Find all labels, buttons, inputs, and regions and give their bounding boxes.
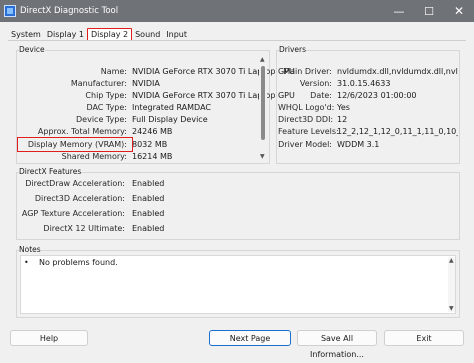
notes-title: Notes — [19, 245, 41, 254]
device-row: Name: NVIDIA GeForce RTX 3070 Ti Laptop … — [18, 66, 295, 78]
driver-label: Direct3D DDI: — [278, 115, 334, 124]
help-button[interactable]: Help — [10, 330, 88, 346]
close-icon[interactable]: ✕ — [444, 0, 474, 22]
driver-row: Direct3D DDI: 12 — [278, 114, 458, 126]
feature-label: DirectX 12 Ultimate: — [43, 224, 125, 233]
feature-label: AGP Texture Acceleration: — [21, 209, 125, 218]
feature-value: Enabled — [132, 194, 165, 203]
device-scrollbar-thumb[interactable] — [261, 66, 265, 140]
feature-label: DirectDraw Acceleration: — [25, 179, 125, 188]
driver-value: 12_2,12_1,12_0,11_1,11_0,10_ — [337, 127, 458, 136]
note-item: • No problems found. — [24, 257, 224, 269]
driver-row: Main Driver: nvldumdx.dll,nvldumdx.dll,n… — [278, 66, 458, 78]
driver-label: Date: — [310, 91, 332, 100]
driver-value: nvldumdx.dll,nvldumdx.dll,nvldumdx.dll,n — [337, 67, 458, 76]
feature-value: Enabled — [132, 209, 165, 218]
device-label: Manufacturer: — [70, 79, 127, 88]
directx-features-title: DirectX Features — [19, 167, 82, 176]
device-value: NVIDIA — [132, 79, 160, 88]
driver-value: WDDM 3.1 — [337, 140, 380, 149]
device-label: Chip Type: — [85, 91, 127, 100]
vram-highlight — [17, 137, 133, 152]
feature-row: AGP Texture Acceleration: Enabled — [18, 208, 318, 220]
next-page-button[interactable]: Next Page — [209, 330, 291, 346]
device-row: Chip Type: NVIDIA GeForce RTX 3070 Ti La… — [18, 90, 294, 102]
feature-row: DirectDraw Acceleration: Enabled — [18, 178, 318, 190]
exit-button[interactable]: Exit — [384, 330, 464, 346]
device-label: DAC Type: — [86, 103, 127, 112]
scroll-up-icon[interactable]: ▲ — [260, 56, 265, 63]
note-text: No problems found. — [39, 258, 118, 267]
driver-row: Version: 31.0.15.4633 — [278, 78, 458, 90]
drivers-group-title: Drivers — [279, 45, 306, 54]
note-bullet: • — [24, 258, 29, 267]
device-value: 8032 MB — [132, 140, 168, 149]
device-value: NVIDIA GeForce RTX 3070 Ti Laptop GPU — [132, 67, 295, 76]
scroll-up-icon[interactable]: ▲ — [449, 257, 454, 264]
driver-value: 31.0.15.4633 — [337, 79, 391, 88]
device-value: NVIDIA GeForce RTX 3070 Ti Laptop GPU — [132, 91, 295, 100]
driver-value: 12/6/2023 01:00:00 — [337, 91, 417, 100]
scroll-down-icon[interactable]: ▼ — [260, 153, 265, 160]
device-label: Device Type: — [76, 115, 127, 124]
feature-row: Direct3D Acceleration: Enabled — [18, 193, 318, 205]
device-value: 24246 MB — [132, 127, 173, 136]
driver-label: Main Driver: — [283, 67, 332, 76]
title-bar: DirectX Diagnostic Tool — ☐ ✕ — [0, 0, 474, 22]
feature-label: Direct3D Acceleration: — [34, 194, 125, 203]
driver-label: Version: — [299, 79, 332, 88]
driver-row: Feature Levels: 12_2,12_1,12_0,11_1,11_0… — [278, 126, 458, 138]
device-value: Integrated RAMDAC — [132, 103, 211, 112]
driver-label: Driver Model: — [278, 140, 332, 149]
save-all-information-button[interactable]: Save All Information... — [297, 330, 377, 359]
driver-row: Date: 12/6/2023 01:00:00 — [278, 90, 458, 102]
device-label: Shared Memory: — [61, 152, 127, 161]
driver-row: WHQL Logo'd: Yes — [278, 102, 458, 114]
device-row: DAC Type: Integrated RAMDAC — [18, 102, 262, 114]
device-group-title: Device — [19, 45, 45, 54]
scroll-down-icon[interactable]: ▼ — [449, 305, 454, 312]
minimize-icon[interactable]: — — [384, 0, 414, 22]
device-row: Manufacturer: NVIDIA — [18, 78, 262, 90]
feature-row: DirectX 12 Ultimate: Enabled — [18, 223, 318, 235]
device-row: Device Type: Full Display Device — [18, 114, 262, 126]
directx-app-icon — [4, 5, 16, 17]
device-label: Name: — [100, 67, 127, 76]
driver-label: Feature Levels: — [278, 127, 339, 136]
device-value: Full Display Device — [132, 115, 208, 124]
driver-label: WHQL Logo'd: — [278, 103, 335, 112]
driver-row: Driver Model: WDDM 3.1 — [278, 139, 458, 151]
device-row: Shared Memory: 16214 MB — [18, 151, 262, 163]
feature-value: Enabled — [132, 179, 165, 188]
maximize-icon[interactable]: ☐ — [414, 0, 444, 22]
driver-value: 12 — [337, 115, 348, 124]
driver-value: Yes — [337, 103, 350, 112]
device-value: 16214 MB — [132, 152, 173, 161]
window-title: DirectX Diagnostic Tool — [20, 6, 119, 16]
feature-value: Enabled — [132, 224, 165, 233]
tab-bar: System Display 1 Display 2 Sound Input — [8, 27, 190, 41]
notes-scrollbar[interactable] — [448, 257, 455, 312]
